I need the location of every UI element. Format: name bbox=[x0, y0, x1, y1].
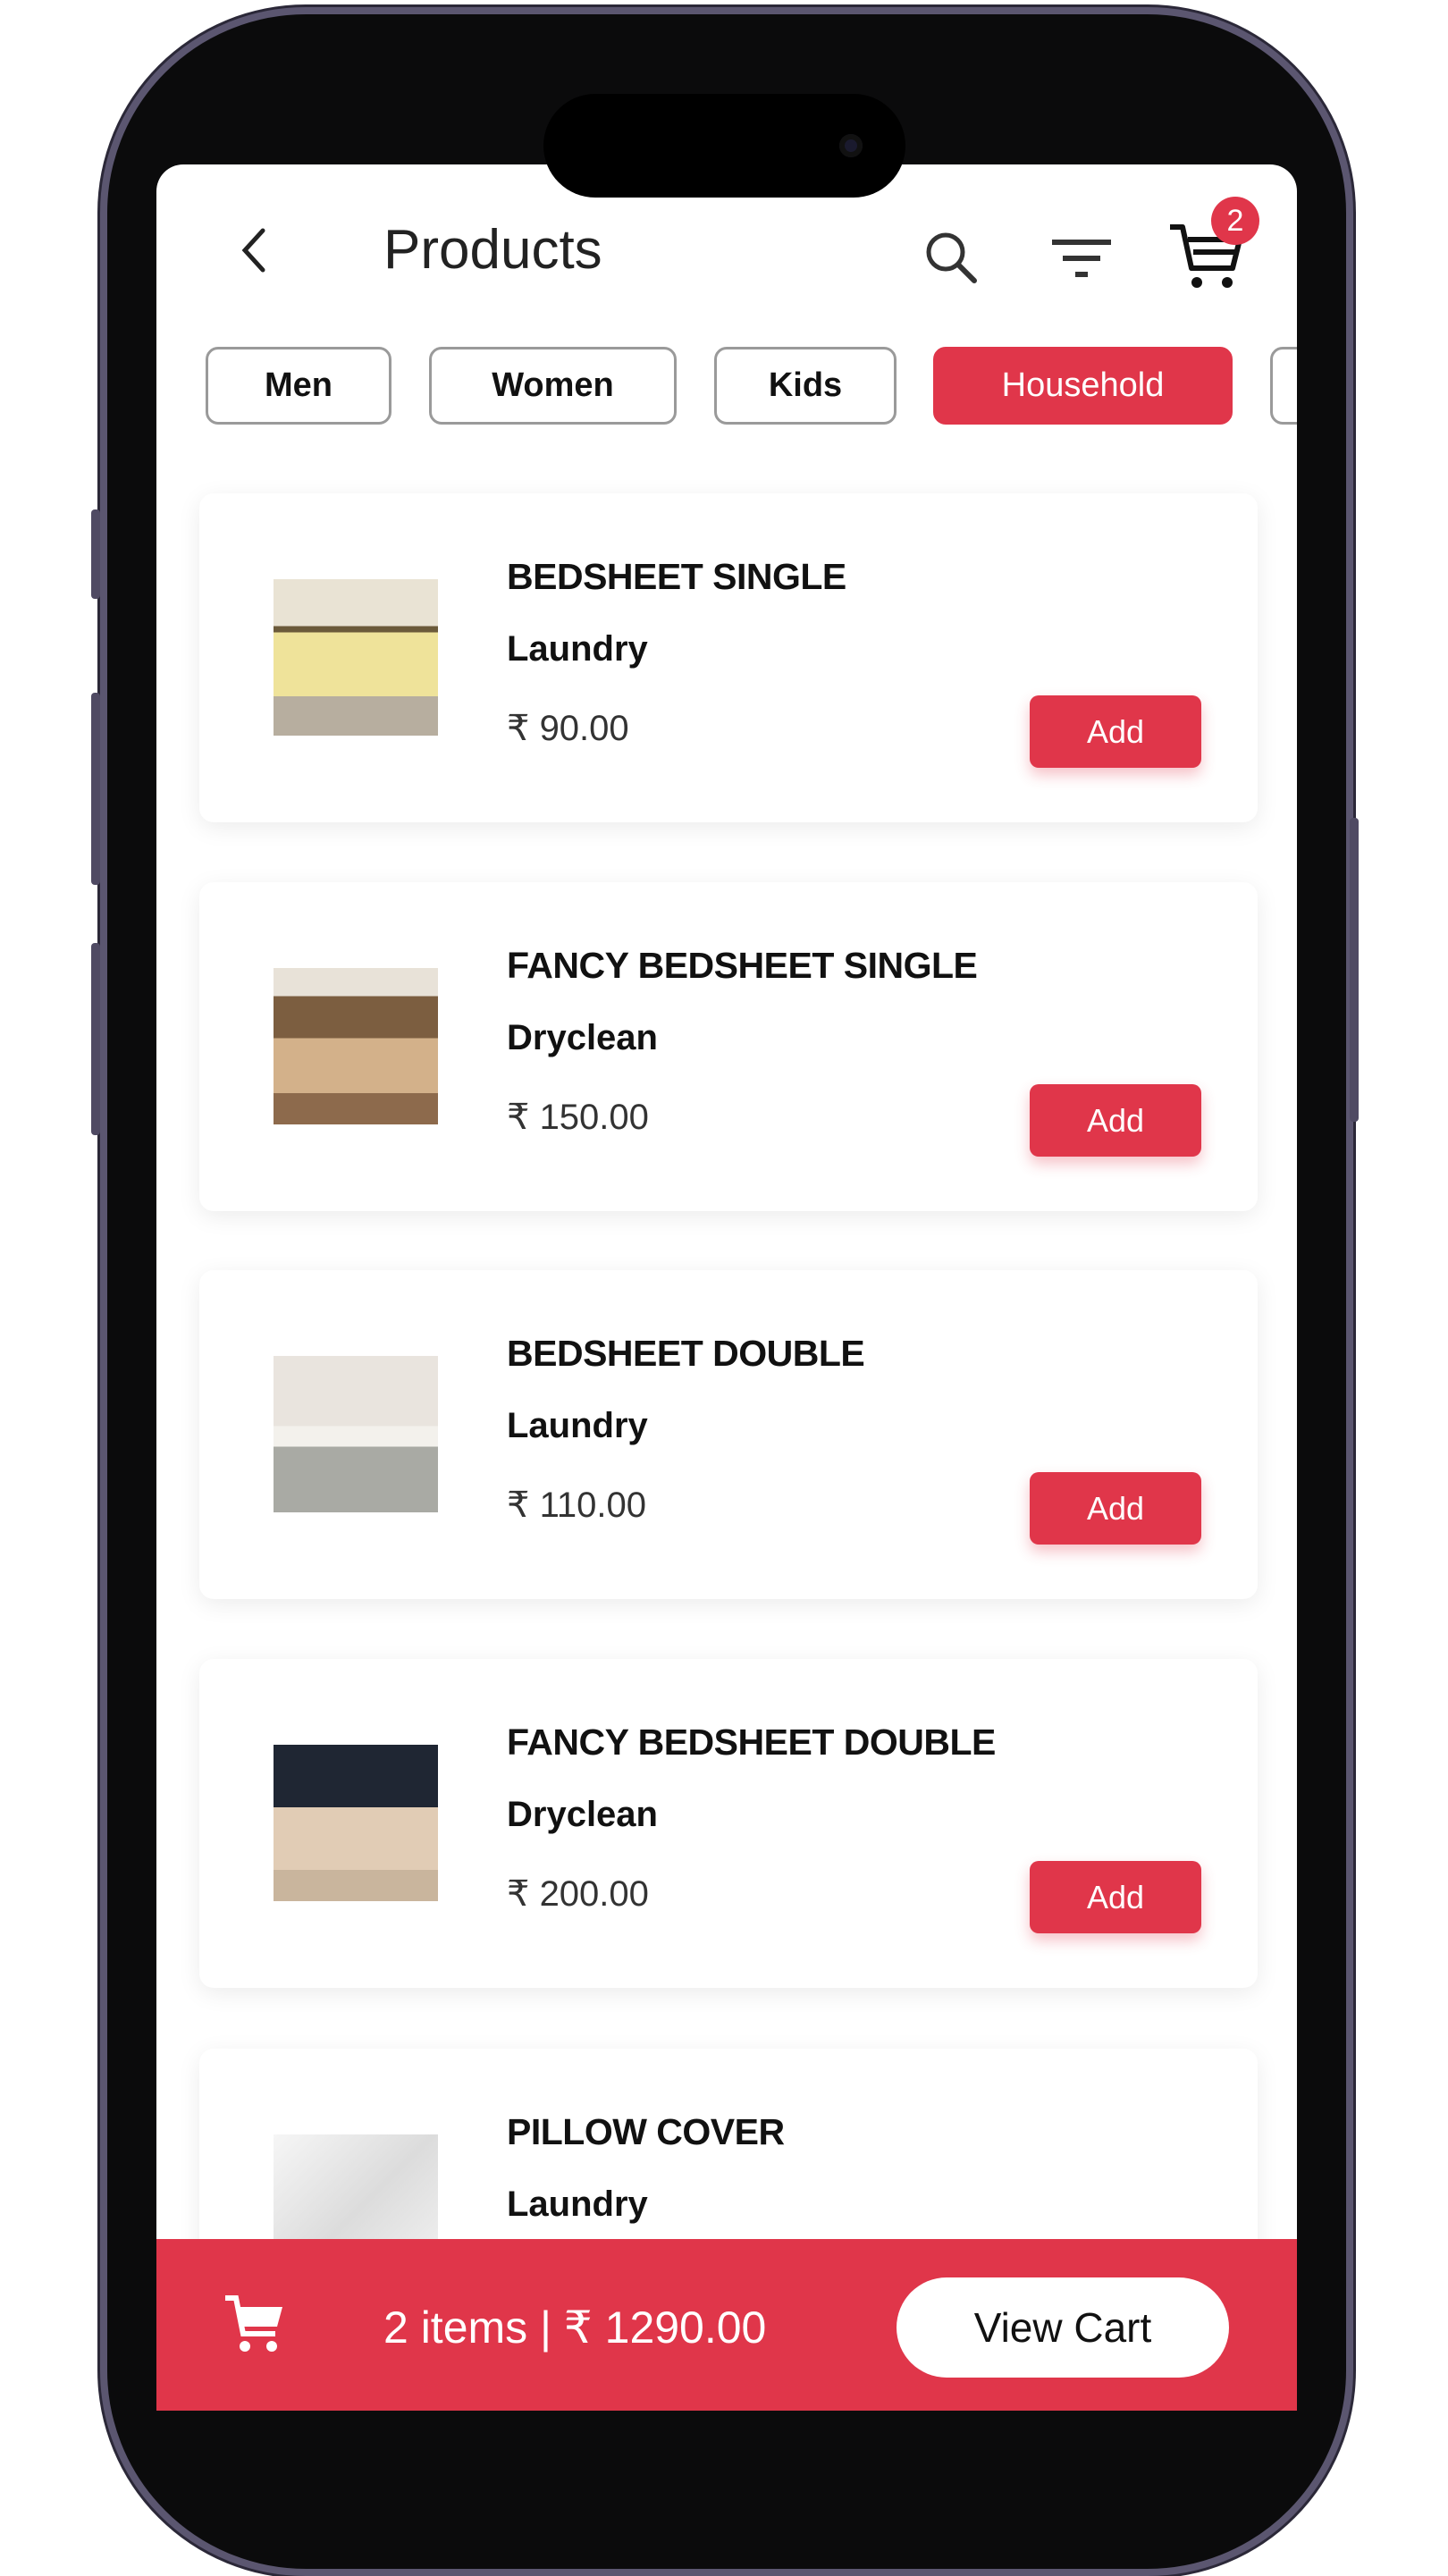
chip-label: Kids bbox=[768, 366, 843, 404]
product-service: Dryclean bbox=[507, 1018, 658, 1057]
product-name: BEDSHEET SINGLE bbox=[507, 556, 846, 597]
dynamic-island bbox=[543, 94, 905, 198]
cart-icon bbox=[223, 2293, 286, 2361]
cart-summary-text: 2 items | ₹ 1290.00 bbox=[383, 2302, 767, 2353]
product-service: Laundry bbox=[507, 2185, 648, 2224]
product-price: ₹ 150.00 bbox=[507, 1098, 649, 1137]
product-name: FANCY BEDSHEET DOUBLE bbox=[507, 1722, 996, 1763]
volume-down-button bbox=[91, 943, 100, 1135]
category-chip-women[interactable]: Women bbox=[429, 347, 677, 425]
cart-summary-bar: 2 items | ₹ 1290.00 View Cart bbox=[156, 2239, 1297, 2411]
add-button[interactable]: Add bbox=[1030, 1084, 1201, 1157]
product-image bbox=[274, 1356, 438, 1512]
chip-label: Household bbox=[1001, 366, 1165, 404]
product-image bbox=[274, 579, 438, 736]
product-name: FANCY BEDSHEET SINGLE bbox=[507, 945, 978, 986]
search-icon[interactable] bbox=[921, 227, 983, 294]
category-chip-men[interactable]: Men bbox=[206, 347, 391, 425]
power-button bbox=[1350, 818, 1359, 1122]
product-price: ₹ 110.00 bbox=[507, 1486, 646, 1525]
page-title: Products bbox=[383, 219, 602, 281]
product-card: BEDSHEET SINGLE Laundry ₹ 90.00 Add bbox=[199, 493, 1258, 822]
view-cart-button[interactable]: View Cart bbox=[897, 2277, 1229, 2378]
category-chip-household[interactable]: Household bbox=[933, 347, 1233, 425]
product-name: PILLOW COVER bbox=[507, 2111, 785, 2152]
volume-up-button bbox=[91, 693, 100, 885]
product-price: ₹ 200.00 bbox=[507, 1874, 649, 1914]
product-image bbox=[274, 1745, 438, 1901]
camera-icon bbox=[839, 134, 863, 157]
product-name: BEDSHEET DOUBLE bbox=[507, 1333, 865, 1374]
product-image bbox=[274, 968, 438, 1124]
cart-count-badge: 2 bbox=[1211, 197, 1259, 245]
chevron-left-icon[interactable] bbox=[232, 223, 277, 277]
filter-icon[interactable] bbox=[1050, 236, 1115, 290]
add-button[interactable]: Add bbox=[1030, 1861, 1201, 1933]
category-chip-more[interactable] bbox=[1270, 347, 1297, 425]
mute-switch bbox=[91, 509, 100, 599]
product-card: FANCY BEDSHEET SINGLE Dryclean ₹ 150.00 Ad… bbox=[199, 882, 1258, 1211]
chip-label: Men bbox=[265, 366, 333, 404]
product-service: Laundry bbox=[507, 1406, 648, 1445]
category-chip-kids[interactable]: Kids bbox=[714, 347, 897, 425]
product-card: BEDSHEET DOUBLE Laundry ₹ 110.00 Add bbox=[199, 1270, 1258, 1599]
add-button[interactable]: Add bbox=[1030, 695, 1201, 768]
product-service: Dryclean bbox=[507, 1795, 658, 1834]
chip-label: Women bbox=[492, 366, 614, 404]
products-screen: Products 2 Men Women Kids Household BEDS… bbox=[156, 164, 1297, 2411]
product-service: Laundry bbox=[507, 629, 648, 669]
product-card: FANCY BEDSHEET DOUBLE Dryclean ₹ 200.00 Ad… bbox=[199, 1659, 1258, 1988]
add-button[interactable]: Add bbox=[1030, 1472, 1201, 1545]
product-price: ₹ 90.00 bbox=[507, 709, 629, 748]
